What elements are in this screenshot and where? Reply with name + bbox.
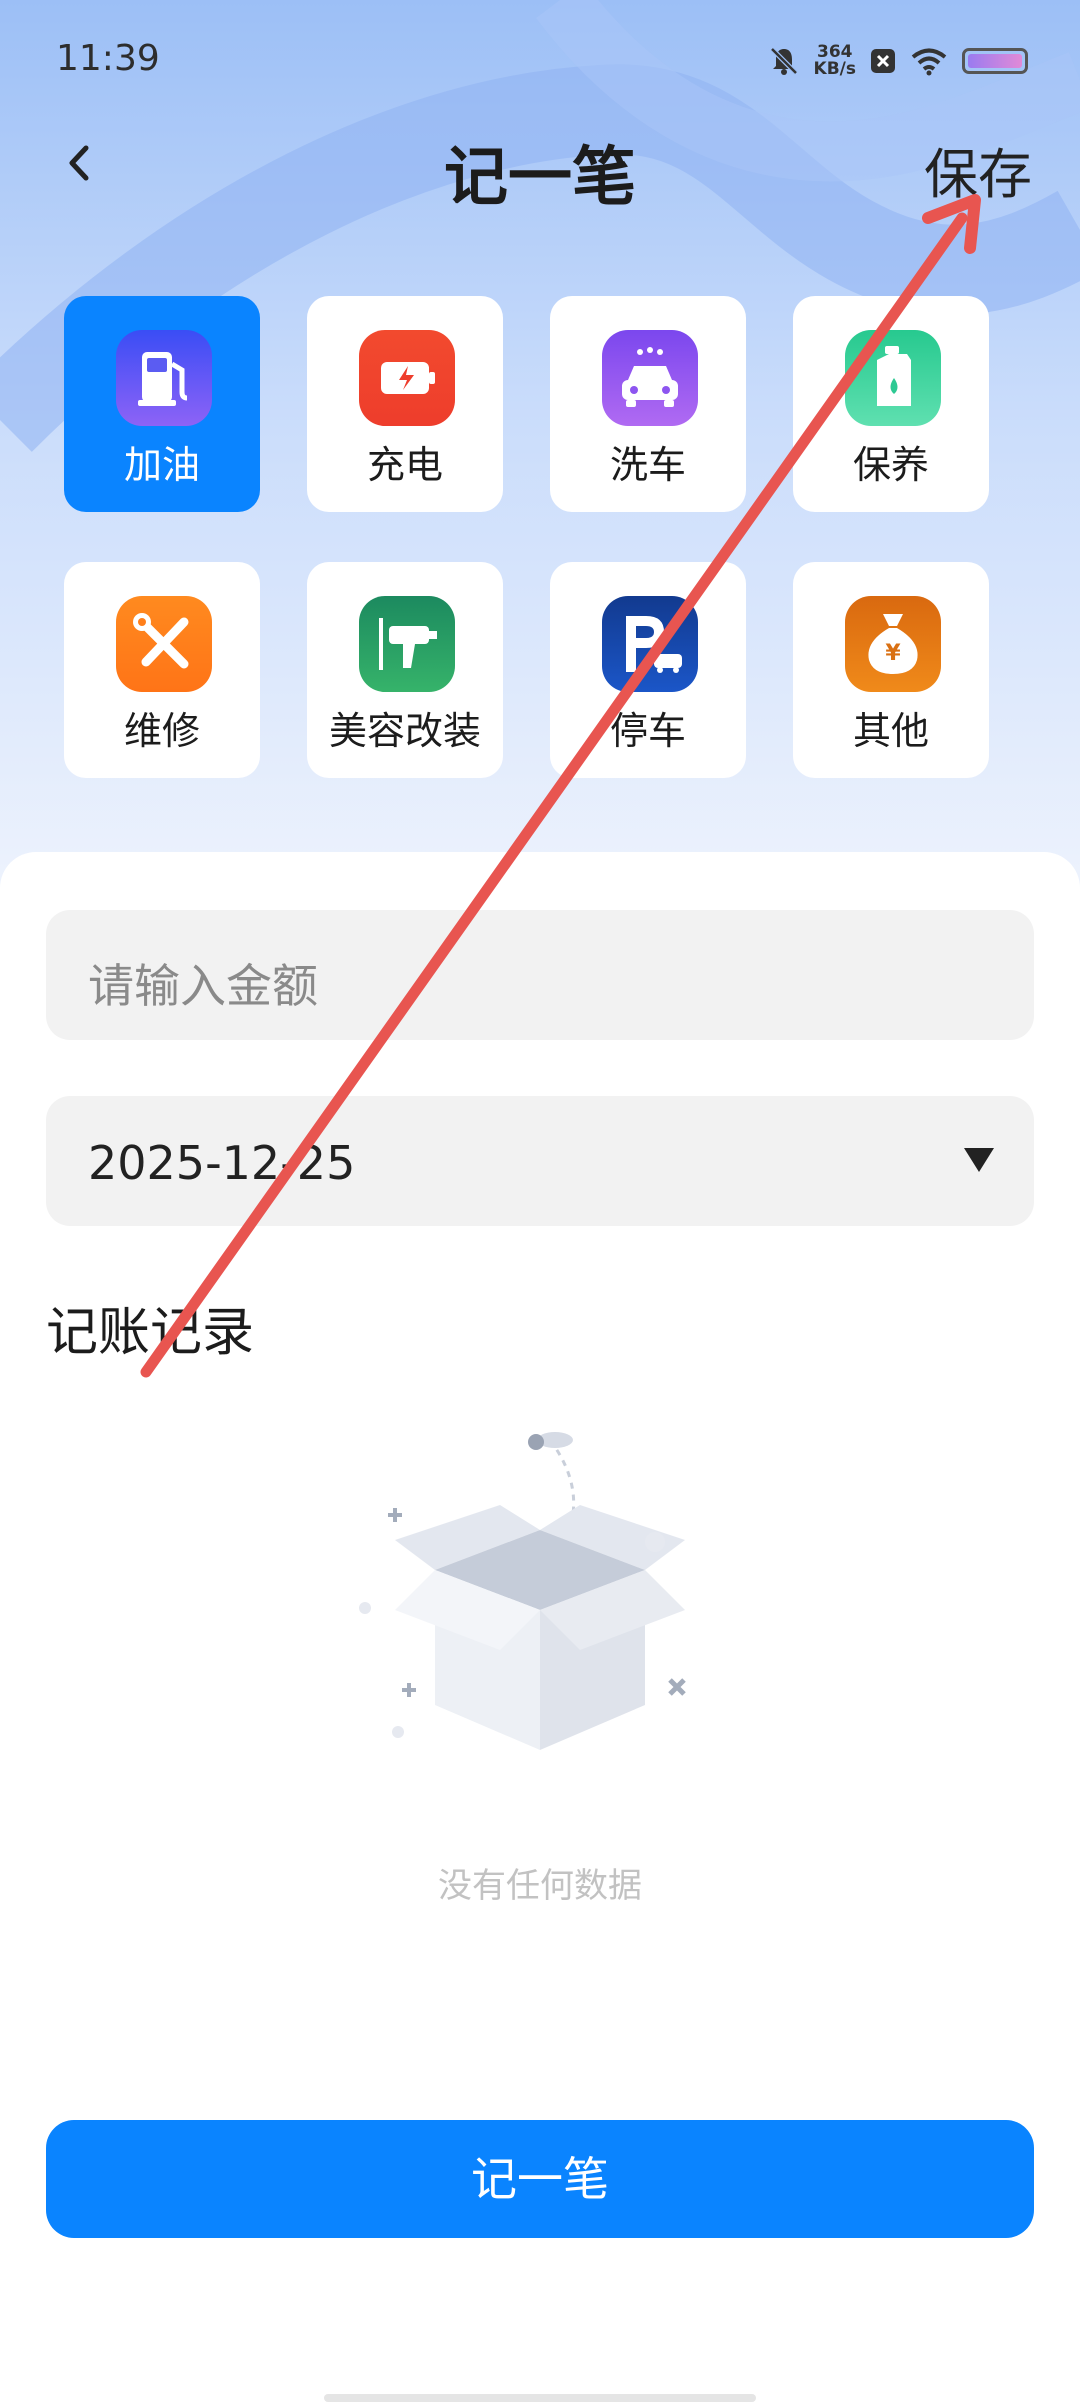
oil-can-icon	[845, 330, 941, 426]
category-label: 充电	[366, 443, 443, 487]
status-bar: 11:39 364 KB/s	[0, 0, 1080, 120]
net-speed-unit: KB/s	[813, 59, 856, 79]
back-button[interactable]	[56, 138, 106, 188]
battery-charge-icon	[359, 330, 455, 426]
car-wash-icon	[602, 330, 698, 426]
home-indicator[interactable]	[324, 2394, 756, 2402]
category-label: 洗车	[609, 443, 686, 487]
category-label: 保养	[852, 443, 929, 487]
fuel-pump-icon	[116, 330, 212, 426]
category-label: 加油	[123, 443, 200, 487]
net-speed: 364 KB/s	[814, 44, 856, 78]
svg-text:¥: ¥	[885, 641, 901, 666]
category-fuel[interactable]: 加油	[64, 296, 260, 512]
category-beauty-mod[interactable]: 美容改装	[307, 562, 503, 778]
empty-box-illustration	[350, 1420, 730, 1804]
category-label: 其他	[852, 709, 929, 753]
money-bag-icon: ¥	[845, 596, 941, 692]
category-wash[interactable]: 洗车	[550, 296, 746, 512]
status-icons: 364 KB/s	[768, 44, 1028, 78]
date-value: 2025-12-25	[88, 1136, 356, 1190]
nav-bar: 记一笔 保存	[0, 120, 1080, 215]
category-label: 美容改装	[328, 709, 481, 753]
chevron-left-icon	[69, 145, 89, 181]
spray-gun-icon	[359, 596, 455, 692]
amount-placeholder: 请输入金额	[88, 959, 318, 1013]
dropdown-triangle-icon	[964, 1148, 994, 1172]
wifi-icon	[911, 48, 947, 76]
category-label: 停车	[609, 709, 686, 753]
category-maintenance[interactable]: 保养	[793, 296, 989, 512]
records-section-title: 记账记录	[46, 1303, 255, 1363]
category-parking[interactable]: 停车	[550, 562, 746, 778]
category-other[interactable]: ¥ 其他	[793, 562, 989, 778]
parking-icon	[602, 596, 698, 692]
record-button[interactable]: 记一笔	[46, 2120, 1034, 2238]
category-charge[interactable]: 充电	[307, 296, 503, 512]
battery-icon	[962, 48, 1028, 74]
status-time: 11:39	[56, 38, 160, 79]
empty-state-text: 没有任何数据	[438, 1866, 642, 1906]
wrench-screwdriver-icon	[116, 596, 212, 692]
save-button[interactable]: 保存	[924, 130, 1032, 209]
category-label: 维修	[123, 709, 200, 753]
category-repair[interactable]: 维修	[64, 562, 260, 778]
page-title: 记一笔	[444, 141, 636, 215]
date-select[interactable]: 2025-12-25	[46, 1096, 1034, 1226]
close-box-icon	[871, 49, 895, 73]
mute-bell-icon	[769, 47, 798, 75]
amount-input[interactable]: 请输入金额	[46, 910, 1034, 1040]
